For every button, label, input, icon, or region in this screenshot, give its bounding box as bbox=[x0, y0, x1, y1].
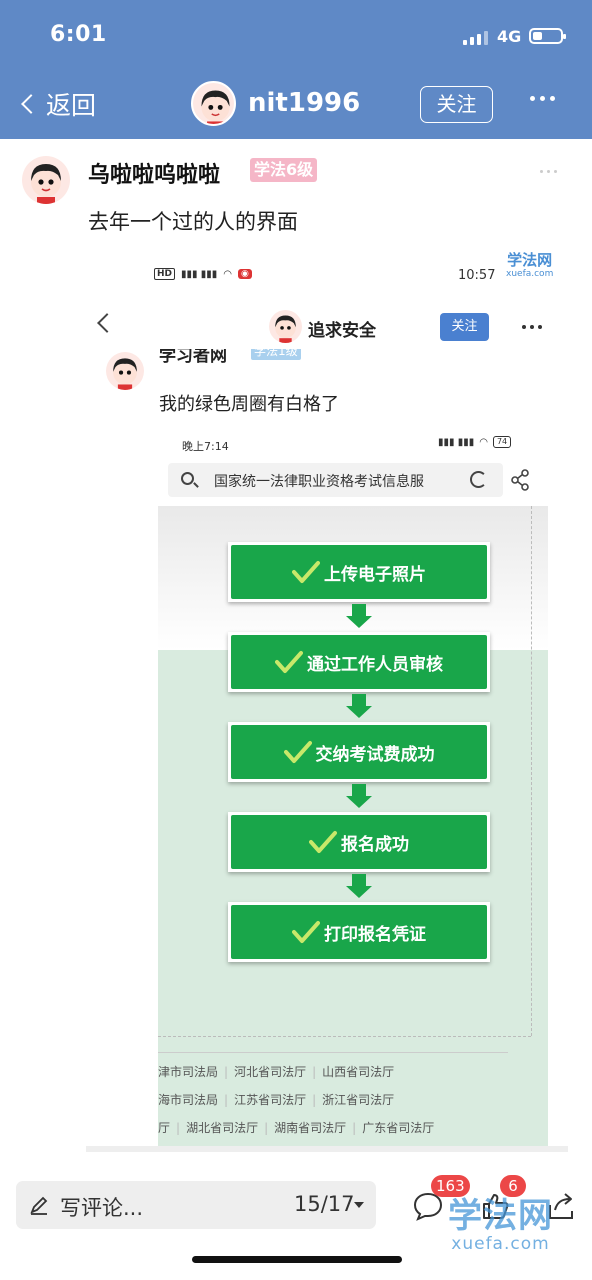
step-item: 报名成功 bbox=[228, 812, 490, 872]
post-image[interactable]: HD ▮▮▮ ▮▮▮ ◠ ◉ 10:57 学法网 xuefa.com 追求安全 … bbox=[86, 250, 568, 1152]
back-label: 返回 bbox=[46, 91, 97, 120]
battery-icon: 74 bbox=[492, 436, 512, 448]
inner-time: 晚上7:14 bbox=[182, 440, 229, 453]
link-item: 河北省司法厅 bbox=[234, 1065, 307, 1079]
step-label: 打印报名凭证 bbox=[324, 924, 426, 945]
like-count-badge: 6 bbox=[500, 1175, 526, 1197]
embedded-username: 追求安全 bbox=[308, 321, 376, 341]
caret-down-icon bbox=[354, 1202, 364, 1208]
link-item: 海市司法局 bbox=[158, 1093, 219, 1107]
link-row: 津市司法局 | 河北省司法厅 | 山西省司法厅 bbox=[158, 1065, 395, 1079]
arrow-down-icon bbox=[228, 692, 490, 722]
link-row: 海市司法局 | 江苏省司法厅 | 浙江省司法厅 bbox=[158, 1093, 395, 1107]
level-badge: 学法6级 bbox=[250, 158, 318, 182]
step-label: 通过工作人员审核 bbox=[307, 654, 443, 675]
embedded-author: 学习者网 bbox=[159, 349, 227, 363]
link-item: 湖北省司法厅 bbox=[186, 1121, 259, 1135]
embedded-level-badge: 学法1级 bbox=[251, 349, 301, 360]
chevron-left-icon bbox=[21, 94, 41, 114]
network-type: 4G bbox=[497, 27, 522, 46]
search-bar: 国家统一法律职业资格考试信息服 bbox=[168, 463, 503, 497]
chevron-left-icon bbox=[97, 313, 117, 333]
search-text: 国家统一法律职业资格考试信息服 bbox=[214, 474, 424, 490]
link-row: 厅 | 湖北省司法厅 | 湖南省司法厅 | 广东省司法厅 bbox=[158, 1121, 435, 1135]
signal-icon: ▮▮▮ ▮▮▮ bbox=[181, 268, 218, 280]
watermark: 学法网 xuefa.com bbox=[448, 1196, 553, 1254]
avatar-icon bbox=[193, 83, 234, 124]
comment-box[interactable]: 写评论... 15/17 bbox=[16, 1181, 376, 1229]
follow-button[interactable]: 关注 bbox=[420, 86, 493, 123]
checkmark-icon bbox=[292, 921, 320, 943]
embedded-status-bar: HD ▮▮▮ ▮▮▮ ◠ ◉ bbox=[154, 268, 252, 280]
checkmark-icon bbox=[309, 831, 337, 853]
avatar-icon bbox=[106, 352, 144, 390]
watermark-small: 学法网 xuefa.com bbox=[506, 251, 554, 280]
user-avatar[interactable] bbox=[191, 81, 236, 126]
registration-progress: 上传电子照片 通过工作人员审核 交纳考试费成功 报名成功打印报名凭证 津市司法局 | 河北… bbox=[158, 506, 548, 1152]
link-item: 山西省司法厅 bbox=[322, 1065, 395, 1079]
more-icon bbox=[522, 325, 542, 329]
post-author[interactable]: 乌啦啦呜啦啦 bbox=[88, 157, 220, 189]
back-button[interactable]: 返回 bbox=[18, 86, 96, 122]
step-label: 上传电子照片 bbox=[324, 564, 426, 585]
link-item: 江苏省司法厅 bbox=[234, 1093, 307, 1107]
step-item: 打印报名凭证 bbox=[228, 902, 490, 962]
arrow-down-icon bbox=[228, 782, 490, 812]
more-icon[interactable] bbox=[530, 96, 555, 101]
link-list: 津市司法局 | 河北省司法厅 | 山西省司法厅 海市司法局 | 江苏省司法厅 | 浙江省司法厅厅 |… bbox=[158, 1058, 528, 1142]
embedded-post-text: 我的绿色周圈有白格了 bbox=[159, 394, 339, 415]
battery-icon bbox=[529, 28, 566, 44]
app-icon: ◉ bbox=[237, 269, 252, 279]
step-label: 交纳考试费成功 bbox=[315, 744, 435, 765]
comment-placeholder: 写评论... bbox=[60, 1196, 144, 1220]
post-text: 去年一个过的人的界面 bbox=[88, 210, 298, 234]
checkmark-icon bbox=[283, 741, 312, 763]
step-item: 上传电子照片 bbox=[228, 542, 490, 602]
comment-count-badge: 163 bbox=[431, 1175, 470, 1197]
search-icon bbox=[181, 472, 194, 485]
inner-status-icons: ▮▮▮ ▮▮▮ ◠ 74 bbox=[438, 436, 512, 448]
inner-screenshot: 晚上7:14 ▮▮▮ ▮▮▮ ◠ 74 国家统一法律职业资格考试信息服 上传电子… bbox=[158, 430, 548, 1152]
checkmark-icon bbox=[292, 561, 320, 583]
share-icon bbox=[511, 469, 529, 491]
avatar-icon bbox=[269, 310, 302, 343]
author-avatar[interactable] bbox=[22, 156, 70, 204]
step-list: 上传电子照片 通过工作人员审核 交纳考试费成功 报名成功打印报名凭证 bbox=[228, 542, 490, 962]
step-item: 交纳考试费成功 bbox=[228, 722, 490, 782]
wifi-icon: ◠ bbox=[479, 436, 488, 448]
embedded-follow-button: 关注 bbox=[440, 313, 489, 341]
page: 6:01 4G 返回 nit1996 关注 乌啦啦呜啦啦 学法6级 去年一个过的… bbox=[0, 0, 592, 1280]
link-item: 津市司法局 bbox=[158, 1065, 219, 1079]
hd-badge: HD bbox=[154, 268, 176, 280]
embedded-clock: 10:57 bbox=[458, 268, 496, 283]
link-item: 湖南省司法厅 bbox=[274, 1121, 347, 1135]
link-item: 广东省司法厅 bbox=[362, 1121, 435, 1135]
signal-icon: ▮▮▮ ▮▮▮ bbox=[438, 436, 475, 448]
page-indicator[interactable]: 15/17 bbox=[294, 1192, 355, 1216]
link-item: 厅 bbox=[158, 1121, 171, 1135]
avatar-icon bbox=[31, 164, 61, 204]
step-label: 报名成功 bbox=[341, 834, 409, 855]
step-item: 通过工作人员审核 bbox=[228, 632, 490, 692]
home-indicator bbox=[192, 1256, 402, 1263]
reload-icon bbox=[470, 471, 487, 488]
embedded-author-row: 学习者网 学法1级 bbox=[159, 349, 319, 363]
wifi-icon: ◠ bbox=[223, 268, 232, 280]
arrow-down-icon bbox=[228, 872, 490, 902]
checkmark-icon bbox=[275, 651, 303, 673]
app-header: 6:01 4G 返回 nit1996 关注 bbox=[0, 0, 592, 139]
header-username[interactable]: nit1996 bbox=[248, 88, 360, 118]
post-more-icon[interactable] bbox=[540, 170, 557, 173]
arrow-down-icon bbox=[228, 602, 490, 632]
pencil-icon bbox=[30, 1196, 48, 1215]
link-item: 浙江省司法厅 bbox=[322, 1093, 395, 1107]
signal-icon bbox=[463, 31, 489, 45]
status-time: 6:01 bbox=[50, 22, 107, 47]
